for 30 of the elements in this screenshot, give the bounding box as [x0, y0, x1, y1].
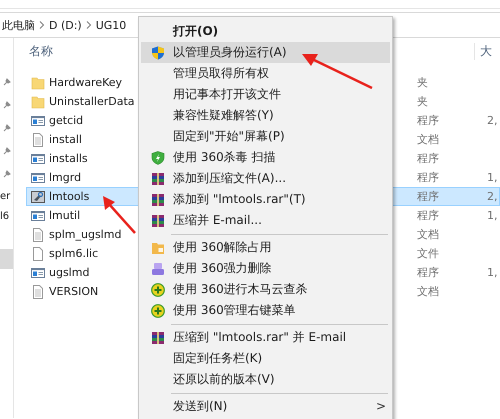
file-name: UninstallerData	[49, 95, 135, 108]
file-name: lmtools	[49, 190, 90, 203]
file-type: 程序	[417, 170, 440, 185]
file-name: splm_ugslmd	[49, 228, 122, 241]
file-type: 文档	[417, 227, 440, 242]
file-name: splm6.lic	[49, 247, 98, 260]
file-name: ugslmd	[49, 266, 90, 279]
file-size: 1,	[487, 209, 498, 222]
file-type: 文件	[417, 246, 440, 261]
file-type: 程序	[417, 208, 440, 223]
file-type: 程序	[417, 189, 440, 204]
file-size: 2,	[487, 190, 498, 203]
file-name: install	[49, 133, 82, 146]
file-name: installs	[49, 152, 88, 165]
file-type: 夹	[417, 94, 429, 109]
file-type: 程序	[417, 151, 440, 166]
file-type: 程序	[417, 113, 440, 128]
submenu-arrow: >	[376, 399, 386, 413]
file-name: lmutil	[49, 209, 80, 222]
file-size: 1,	[487, 266, 498, 279]
file-type: 夹	[417, 75, 429, 90]
file-type: 文档	[417, 284, 440, 299]
file-name: VERSION	[49, 285, 98, 298]
file-name: HardwareKey	[49, 76, 122, 89]
file-size: 1,	[487, 171, 498, 184]
file-type: 程序	[417, 265, 440, 280]
file-name: lmgrd	[49, 171, 82, 184]
file-name: getcid	[49, 114, 84, 127]
file-size: 2,	[487, 114, 498, 127]
file-type: 文档	[417, 132, 440, 147]
